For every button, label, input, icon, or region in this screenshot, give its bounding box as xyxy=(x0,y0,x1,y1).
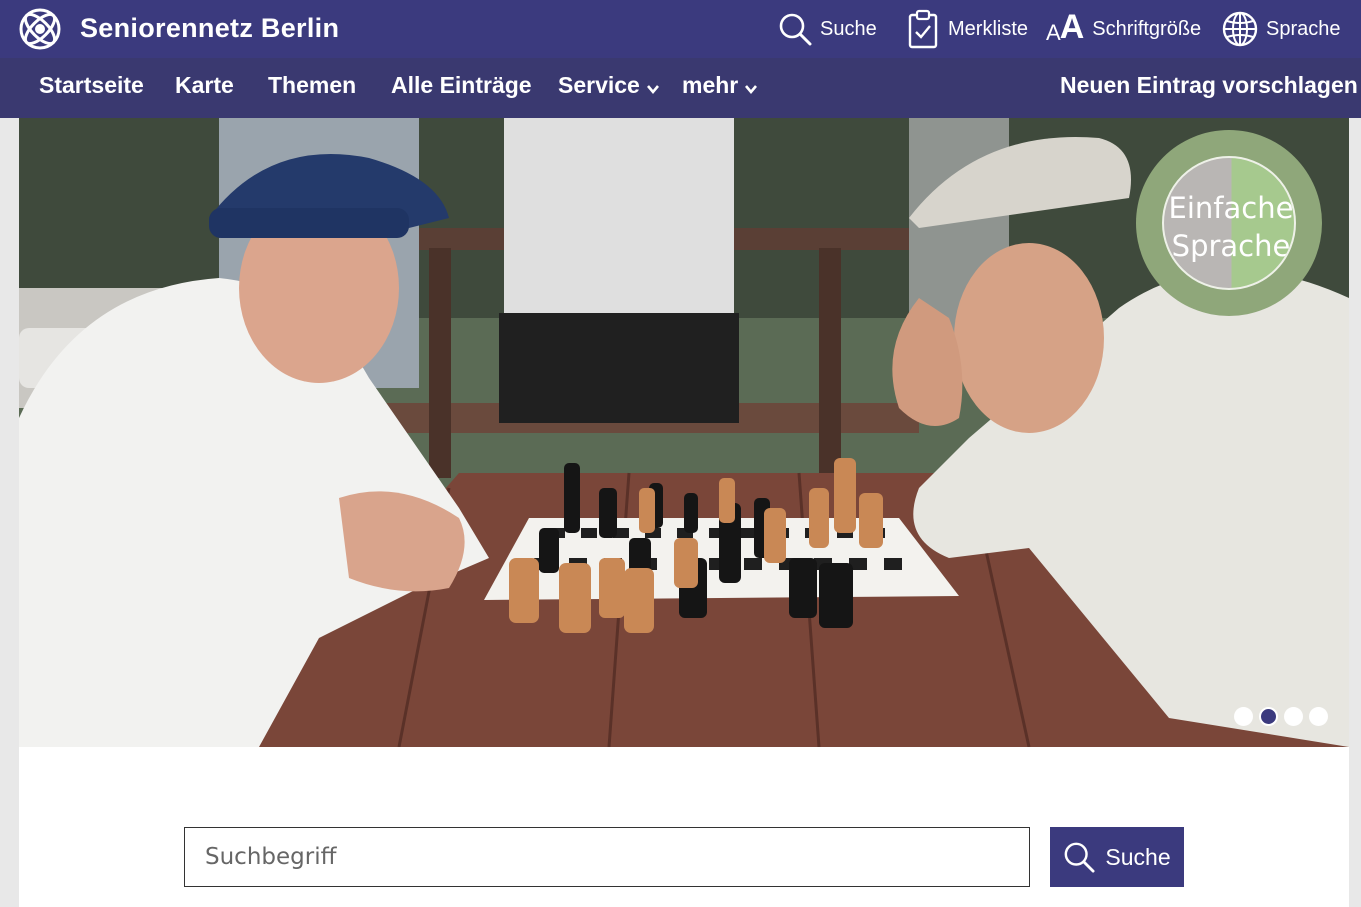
easy-language-badge-line1: Einfache xyxy=(1168,191,1294,225)
nav-item-mehr-label: mehr xyxy=(682,72,739,98)
utility-language-button[interactable]: Sprache xyxy=(1222,0,1341,58)
utility-font-size-label: Schriftgröße xyxy=(1092,17,1202,40)
easy-language-badge[interactable]: Einfache Sprache xyxy=(1136,130,1322,316)
top-bar: Seniorennetz Berlin Suche Merkliste A A … xyxy=(0,0,1361,58)
nav-item-startseite[interactable]: Startseite xyxy=(39,58,144,118)
suggest-entry-link[interactable]: Neuen Eintrag vorschlagen xyxy=(1060,58,1358,118)
nav-item-mehr[interactable]: mehr xyxy=(682,58,758,118)
slider-dot-1[interactable] xyxy=(1234,707,1253,726)
utility-font-size-button[interactable]: A A Schriftgröße xyxy=(1046,0,1201,58)
search-submit-button[interactable]: Suche xyxy=(1050,827,1184,887)
slider-pagination xyxy=(1234,707,1328,726)
easy-language-badge-line2: Sprache xyxy=(1171,229,1291,263)
slider-dot-3[interactable] xyxy=(1284,707,1303,726)
easy-language-badge-text: Einfache Sprache xyxy=(1164,189,1294,265)
utility-bookmarks-label: Merkliste xyxy=(948,17,1029,40)
brand-title[interactable]: Seniorennetz Berlin xyxy=(80,13,339,44)
nav-item-service[interactable]: Service xyxy=(558,58,660,118)
slider-dot-2-active[interactable] xyxy=(1259,707,1278,726)
font-size-icon: A A xyxy=(1046,8,1085,46)
seniorennetz-logo-icon[interactable] xyxy=(18,7,62,51)
utility-search-button[interactable]: Suche xyxy=(778,0,877,58)
nav-item-alle-eintraege[interactable]: Alle Einträge xyxy=(391,58,532,118)
clipboard-check-icon xyxy=(908,9,938,49)
nav-item-service-label: Service xyxy=(558,72,640,98)
nav-item-themen[interactable]: Themen xyxy=(268,58,356,118)
search-icon xyxy=(779,13,812,46)
utility-bookmarks-button[interactable]: Merkliste xyxy=(906,0,1028,58)
chevron-down-icon xyxy=(646,85,659,95)
utility-language-label: Sprache xyxy=(1266,17,1341,40)
utility-search-label: Suche xyxy=(820,17,877,40)
main-navigation: Startseite Karte Themen Alle Einträge Se… xyxy=(0,58,1361,118)
nav-item-karte[interactable]: Karte xyxy=(175,58,234,118)
easy-language-badge-inner: Einfache Sprache xyxy=(1162,156,1296,290)
search-submit-label: Suche xyxy=(1105,843,1171,870)
slider-dot-4[interactable] xyxy=(1309,707,1328,726)
chevron-down-icon xyxy=(745,85,758,95)
search-icon xyxy=(1064,842,1095,873)
globe-icon xyxy=(1222,11,1258,47)
search-input[interactable] xyxy=(184,827,1030,887)
